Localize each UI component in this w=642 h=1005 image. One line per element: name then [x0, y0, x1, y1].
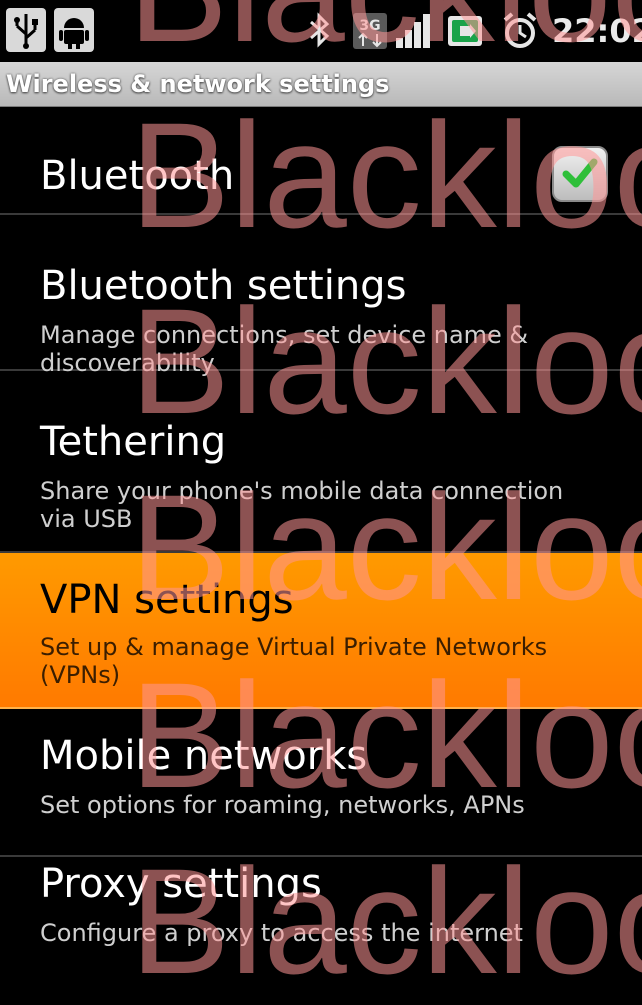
list-item-proxy-settings[interactable]: Proxy settings Configure a proxy to acce… [0, 857, 642, 964]
item-title: Mobile networks [40, 733, 368, 779]
item-summary: Configure a proxy to access the internet [40, 919, 523, 947]
3g-data-icon: 3G [352, 8, 388, 52]
status-bar: 3G 22:02 [0, 0, 642, 62]
status-time: 22:02 [552, 12, 642, 50]
bluetooth-icon [304, 8, 334, 52]
list-item-bluetooth-settings[interactable]: Bluetooth settings Manage connections, s… [0, 215, 642, 377]
item-title: Bluetooth settings [40, 263, 407, 309]
signal-icon [394, 8, 434, 52]
list-item-bluetooth[interactable]: Bluetooth [0, 107, 642, 215]
list-item-tethering[interactable]: Tethering Share your phone's mobile data… [0, 371, 642, 553]
list-item-vpn-settings[interactable]: VPN settings Set up & manage Virtual Pri… [0, 553, 642, 709]
svg-text:3G: 3G [359, 18, 380, 34]
item-title: Proxy settings [40, 861, 322, 907]
usb-icon [6, 8, 46, 52]
battery-icon [446, 8, 486, 52]
item-title: Tethering [40, 419, 227, 465]
android-debug-icon [54, 8, 94, 52]
item-summary: Set options for roaming, networks, APNs [40, 791, 525, 819]
alarm-icon [500, 8, 540, 52]
page-title: Wireless & network settings [6, 70, 390, 98]
item-summary: Set up & manage Virtual Private Networks… [40, 633, 548, 689]
bluetooth-checkbox[interactable] [552, 146, 608, 202]
check-icon [562, 158, 598, 188]
item-summary: Share your phone's mobile data connectio… [40, 477, 564, 533]
item-summary: Manage connections, set device name & di… [40, 321, 529, 377]
list-item-mobile-networks[interactable]: Mobile networks Set options for roaming,… [0, 709, 642, 857]
item-title: Bluetooth [40, 153, 235, 199]
screen-header: Wireless & network settings [0, 62, 642, 107]
item-title: VPN settings [40, 577, 294, 623]
